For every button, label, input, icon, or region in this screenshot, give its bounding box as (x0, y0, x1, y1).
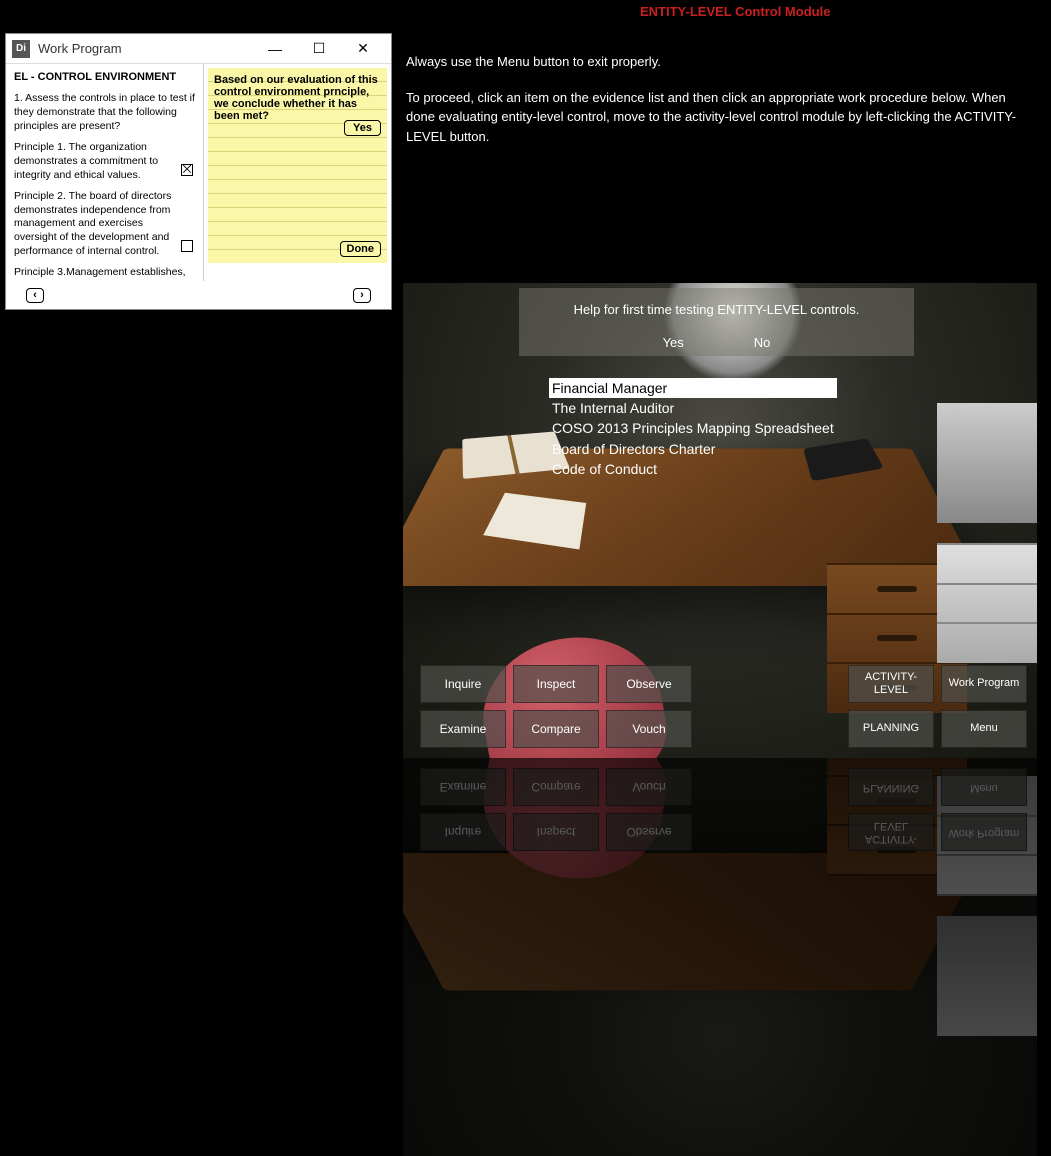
work-program-footer: ‹ › (6, 281, 391, 309)
principle-1-checkbox[interactable]: ⨉ (181, 164, 193, 176)
evidence-item-coso-spreadsheet[interactable]: COSO 2013 Principles Mapping Spreadsheet (549, 418, 837, 438)
planning-button[interactable]: PLANNING (848, 710, 934, 748)
observe-button[interactable]: Observe (606, 665, 692, 703)
note-text: Based on our evaluation of this control … (214, 74, 378, 122)
help-yes-button[interactable]: Yes (663, 335, 684, 350)
principle-2: Principle 2. The board of directors demo… (14, 190, 195, 258)
work-program-left-pane: EL - CONTROL ENVIRONMENT 1. Assess the c… (6, 64, 204, 281)
minimize-button[interactable]: — (253, 35, 297, 63)
maximize-button[interactable]: ☐ (297, 35, 341, 63)
activity-level-button[interactable]: ACTIVITY-LEVEL (848, 665, 934, 703)
nav-button-grid: ACTIVITY-LEVEL Work Program PLANNING Men… (848, 665, 1027, 748)
principle-2-checkbox[interactable] (181, 240, 193, 252)
note-done-button[interactable]: Done (340, 241, 382, 257)
principle-3: Principle 3.Management establishes, with… (14, 266, 195, 281)
instruction-line1: Always use the Menu button to exit prope… (406, 52, 1026, 72)
principle-1: Principle 1. The organization demonstrat… (14, 141, 195, 182)
work-program-window: Di Work Program — ☐ ✕ EL - CONTROL ENVIR… (5, 33, 392, 310)
evidence-item-board-charter[interactable]: Board of Directors Charter (549, 439, 837, 459)
examine-button[interactable]: Examine (420, 710, 506, 748)
note-yes-button[interactable]: Yes (344, 120, 381, 136)
evidence-list: Financial Manager The Internal Auditor C… (549, 378, 837, 479)
instructions-block: Always use the Menu button to exit prope… (406, 52, 1026, 162)
work-program-button[interactable]: Work Program (941, 665, 1027, 703)
evaluation-note: Based on our evaluation of this control … (208, 68, 387, 263)
app-icon: Di (12, 40, 30, 58)
help-dialog: Help for first time testing ENTITY-LEVEL… (519, 288, 914, 356)
principle-2-text: Principle 2. The board of directors demo… (14, 190, 171, 257)
prev-page-button[interactable]: ‹ (26, 288, 44, 303)
compare-button[interactable]: Compare (513, 710, 599, 748)
scene-3d: Help for first time testing ENTITY-LEVEL… (403, 283, 1037, 758)
evidence-item-internal-auditor[interactable]: The Internal Auditor (549, 398, 837, 418)
work-program-titlebar[interactable]: Di Work Program — ☐ ✕ (6, 34, 391, 64)
scene-reflection: Inquire Inspect Observe Examine Compare … (403, 758, 1037, 1156)
menu-button[interactable]: Menu (941, 710, 1027, 748)
intro-text: 1. Assess the controls in place to test … (14, 92, 195, 133)
module-title: ENTITY-LEVEL Control Module (640, 4, 830, 19)
inquire-button[interactable]: Inquire (420, 665, 506, 703)
instruction-line2: To proceed, click an item on the evidenc… (406, 88, 1026, 147)
procedure-button-grid: Inquire Inspect Observe Examine Compare … (420, 665, 692, 748)
window-title: Work Program (38, 41, 253, 56)
work-program-right-pane: Based on our evaluation of this control … (204, 64, 391, 281)
principle-1-text: Principle 1. The organization demonstrat… (14, 141, 158, 180)
evidence-item-code-of-conduct[interactable]: Code of Conduct (549, 459, 837, 479)
printer-prop (937, 403, 1037, 523)
inspect-button[interactable]: Inspect (513, 665, 599, 703)
printer-tray-prop (937, 543, 1037, 663)
help-no-button[interactable]: No (754, 335, 771, 350)
close-button[interactable]: ✕ (341, 35, 385, 63)
vouch-button[interactable]: Vouch (606, 710, 692, 748)
section-heading: EL - CONTROL ENVIRONMENT (14, 70, 195, 84)
evidence-item-financial-manager[interactable]: Financial Manager (549, 378, 837, 398)
help-text: Help for first time testing ENTITY-LEVEL… (519, 302, 914, 317)
next-page-button[interactable]: › (353, 288, 371, 303)
